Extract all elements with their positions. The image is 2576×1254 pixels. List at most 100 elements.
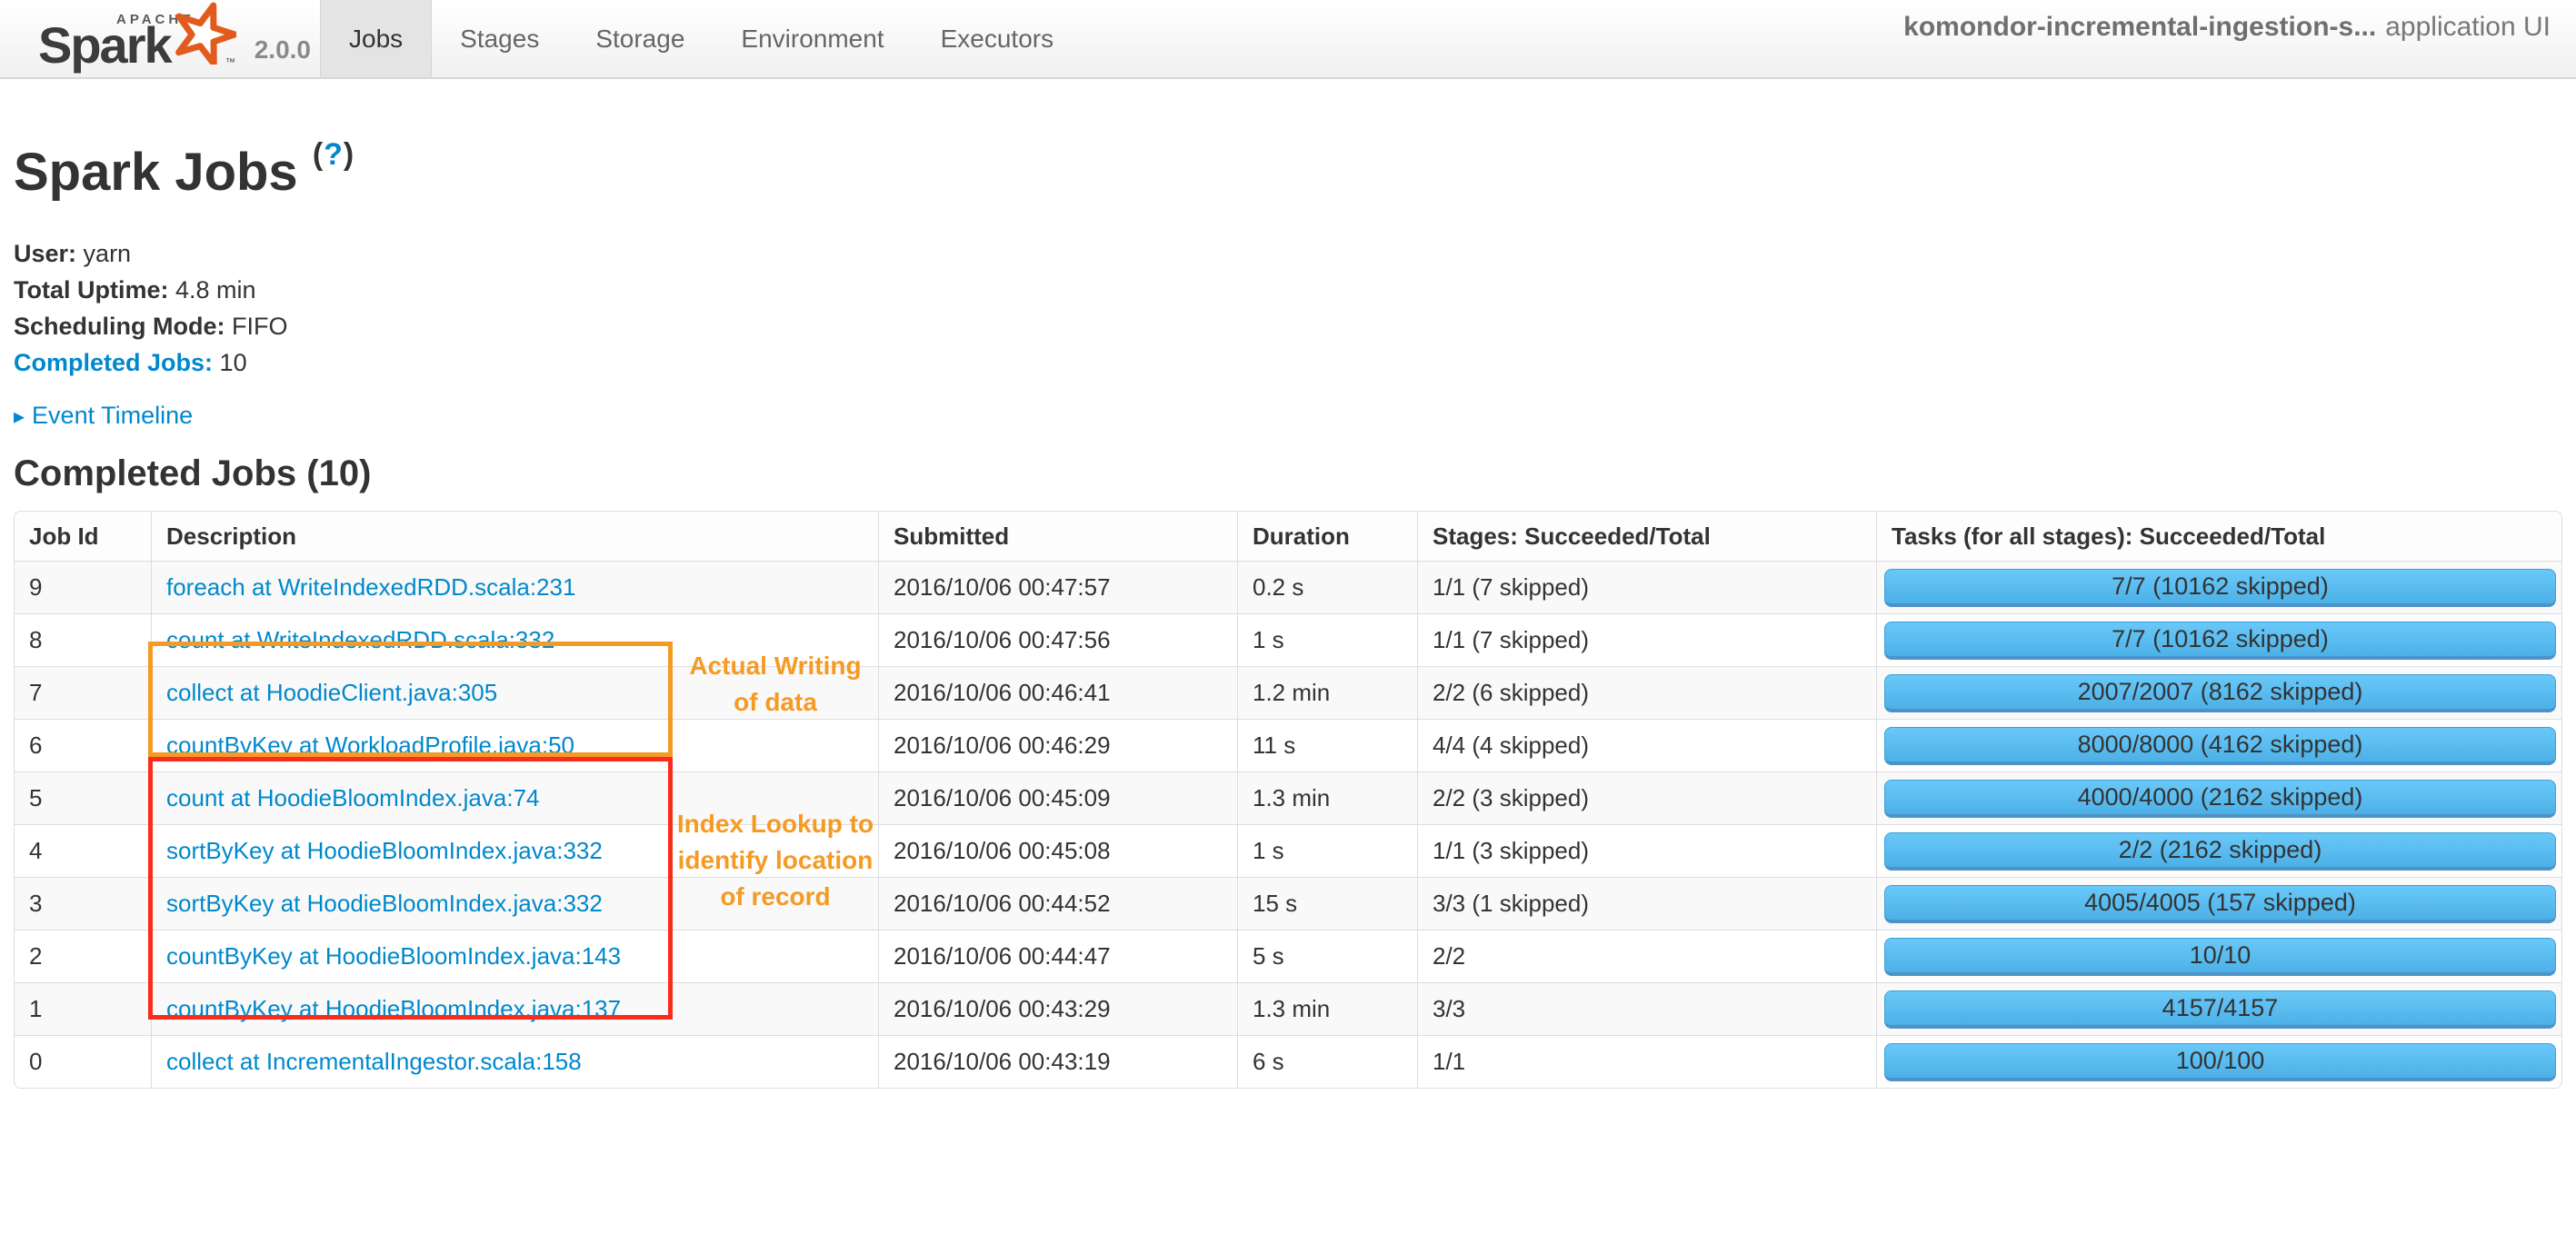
duration-cell: 1.2 min bbox=[1237, 666, 1417, 719]
stages-cell: 2/2 (3 skipped) bbox=[1417, 771, 1876, 824]
submitted-cell: 2016/10/06 00:43:19 bbox=[878, 1035, 1237, 1088]
task-progress-label: 2/2 (2162 skipped) bbox=[2118, 835, 2322, 863]
description-cell: count at WriteIndexedRDD.scala:332 bbox=[151, 613, 878, 666]
header-stages[interactable]: Stages: Succeeded/Total bbox=[1417, 512, 1876, 561]
submitted-cell: 2016/10/06 00:44:47 bbox=[878, 930, 1237, 982]
application-name: komondor-incremental-ingestion-s... bbox=[1903, 12, 2377, 42]
table-row: 9 foreach at WriteIndexedRDD.scala:231 201… bbox=[15, 561, 2561, 613]
header-submitted[interactable]: Submitted bbox=[878, 512, 1237, 561]
job-description-link[interactable]: sortByKey at HoodieBloomIndex.java:332 bbox=[166, 837, 603, 864]
description-cell: countByKey at HoodieBloomIndex.java:137 bbox=[151, 982, 878, 1035]
duration-cell: 15 s bbox=[1237, 877, 1417, 930]
header-job-id[interactable]: Job Id bbox=[15, 512, 151, 561]
description-cell: countByKey at HoodieBloomIndex.java:143 bbox=[151, 930, 878, 982]
tasks-cell: 7/7 (10162 skipped) bbox=[1876, 561, 2561, 613]
jobs-table-body: 9 foreach at WriteIndexedRDD.scala:231 201… bbox=[15, 561, 2561, 1088]
tab-environment[interactable]: Environment bbox=[713, 0, 912, 77]
header-duration[interactable]: Duration bbox=[1237, 512, 1417, 561]
tasks-cell: 4000/4000 (2162 skipped) bbox=[1876, 771, 2561, 824]
task-progress-bar: 4000/4000 (2162 skipped) bbox=[1884, 779, 2556, 818]
job-id-cell: 0 bbox=[15, 1035, 151, 1088]
help-question-link[interactable]: ? bbox=[324, 137, 344, 172]
task-progress-bar: 100/100 bbox=[1884, 1042, 2556, 1081]
nav-tabs: Jobs Stages Storage Environment Executor… bbox=[320, 0, 1082, 77]
job-id-cell: 6 bbox=[15, 719, 151, 771]
table-row: 6 countByKey at WorkloadProfile.java:50 20… bbox=[15, 719, 2561, 771]
description-cell: collect at IncrementalIngestor.scala:158 bbox=[151, 1035, 878, 1088]
task-progress-label: 100/100 bbox=[2175, 1046, 2265, 1074]
spark-wordmark: Spark bbox=[38, 16, 173, 74]
summary-scheduling-mode: Scheduling Mode: FIFO bbox=[14, 313, 288, 340]
tab-jobs[interactable]: Jobs bbox=[320, 0, 433, 77]
event-timeline-toggle[interactable]: ▸ Event Timeline bbox=[14, 397, 2562, 433]
spark-version: 2.0.0 bbox=[254, 35, 311, 64]
stages-cell: 2/2 bbox=[1417, 930, 1876, 982]
completed-jobs-link[interactable]: Completed Jobs: bbox=[14, 349, 213, 376]
duration-cell: 1 s bbox=[1237, 824, 1417, 877]
stages-cell: 3/3 (1 skipped) bbox=[1417, 877, 1876, 930]
task-progress-bar: 7/7 (10162 skipped) bbox=[1884, 621, 2556, 660]
job-id-cell: 1 bbox=[15, 982, 151, 1035]
task-progress-label: 2007/2007 (8162 skipped) bbox=[2077, 677, 2363, 705]
job-description-link[interactable]: count at HoodieBloomIndex.java:74 bbox=[166, 784, 540, 811]
job-id-cell: 4 bbox=[15, 824, 151, 877]
task-progress-bar: 2007/2007 (8162 skipped) bbox=[1884, 673, 2556, 712]
task-progress-label: 4157/4157 bbox=[2162, 993, 2279, 1021]
job-description-link[interactable]: countByKey at WorkloadProfile.java:50 bbox=[166, 732, 574, 759]
task-progress-bar: 8000/8000 (4162 skipped) bbox=[1884, 726, 2556, 765]
job-id-cell: 5 bbox=[15, 771, 151, 824]
help-link: (?) bbox=[312, 137, 355, 172]
submitted-cell: 2016/10/06 00:45:08 bbox=[878, 824, 1237, 877]
tasks-cell: 4157/4157 bbox=[1876, 982, 2561, 1035]
completed-jobs-heading: Completed Jobs (10) bbox=[14, 453, 372, 493]
submitted-cell: 2016/10/06 00:44:52 bbox=[878, 877, 1237, 930]
task-progress-label: 8000/8000 (4162 skipped) bbox=[2077, 730, 2363, 758]
page-title: Spark Jobs (?) bbox=[14, 137, 355, 202]
stages-cell: 1/1 (7 skipped) bbox=[1417, 613, 1876, 666]
duration-cell: 1.3 min bbox=[1237, 982, 1417, 1035]
job-id-cell: 8 bbox=[15, 613, 151, 666]
summary-user: User: yarn bbox=[14, 240, 132, 267]
task-progress-label: 4000/4000 (2162 skipped) bbox=[2077, 782, 2363, 811]
table-row: 2 countByKey at HoodieBloomIndex.java:143… bbox=[15, 930, 2561, 982]
task-progress-label: 7/7 (10162 skipped) bbox=[2112, 624, 2329, 652]
description-cell: foreach at WriteIndexedRDD.scala:231 bbox=[151, 561, 878, 613]
main-content: Spark Jobs (?) User: yarn Total Uptime: … bbox=[0, 124, 2576, 1089]
job-description-link[interactable]: countByKey at HoodieBloomIndex.java:137 bbox=[166, 995, 621, 1022]
stages-cell: 1/1 (3 skipped) bbox=[1417, 824, 1876, 877]
job-description-link[interactable]: collect at IncrementalIngestor.scala:158 bbox=[166, 1048, 582, 1075]
duration-cell: 11 s bbox=[1237, 719, 1417, 771]
job-description-link[interactable]: countByKey at HoodieBloomIndex.java:143 bbox=[166, 942, 621, 970]
submitted-cell: 2016/10/06 00:46:41 bbox=[878, 666, 1237, 719]
spark-logo[interactable]: APACHE Spark ™ 2.0.0 bbox=[0, 0, 320, 77]
task-progress-label: 10/10 bbox=[2189, 940, 2252, 969]
job-description-link[interactable]: foreach at WriteIndexedRDD.scala:231 bbox=[166, 573, 575, 601]
stages-cell: 2/2 (6 skipped) bbox=[1417, 666, 1876, 719]
spark-star-icon bbox=[173, 1, 238, 69]
header-tasks[interactable]: Tasks (for all stages): Succeeded/Total bbox=[1876, 512, 2561, 561]
table-row: 8 count at WriteIndexedRDD.scala:332 2016/… bbox=[15, 613, 2561, 666]
job-description-link[interactable]: count at WriteIndexedRDD.scala:332 bbox=[166, 626, 554, 653]
duration-cell: 1.3 min bbox=[1237, 771, 1417, 824]
tab-storage[interactable]: Storage bbox=[567, 0, 713, 77]
tab-stages[interactable]: Stages bbox=[432, 0, 567, 77]
table-row: 3 sortByKey at HoodieBloomIndex.java:332 2… bbox=[15, 877, 2561, 930]
duration-cell: 0.2 s bbox=[1237, 561, 1417, 613]
submitted-cell: 2016/10/06 00:46:29 bbox=[878, 719, 1237, 771]
description-cell: countByKey at WorkloadProfile.java:50 bbox=[151, 719, 878, 771]
tab-executors[interactable]: Executors bbox=[913, 0, 1083, 77]
tasks-cell: 7/7 (10162 skipped) bbox=[1876, 613, 2561, 666]
header-description[interactable]: Description bbox=[151, 512, 878, 561]
job-description-link[interactable]: collect at HoodieClient.java:305 bbox=[166, 679, 497, 706]
tasks-cell: 2007/2007 (8162 skipped) bbox=[1876, 666, 2561, 719]
task-progress-bar: 10/10 bbox=[1884, 937, 2556, 976]
completed-jobs-table: Job Id Description Submitted Duration St… bbox=[14, 511, 2562, 1089]
tasks-cell: 4005/4005 (157 skipped) bbox=[1876, 877, 2561, 930]
duration-cell: 1 s bbox=[1237, 613, 1417, 666]
stages-cell: 3/3 bbox=[1417, 982, 1876, 1035]
stages-cell: 1/1 (7 skipped) bbox=[1417, 561, 1876, 613]
stages-cell: 1/1 bbox=[1417, 1035, 1876, 1088]
application-title: komondor-incremental-ingestion-s... appl… bbox=[1903, 0, 2551, 55]
job-description-link[interactable]: sortByKey at HoodieBloomIndex.java:332 bbox=[166, 890, 603, 917]
table-row: 4 sortByKey at HoodieBloomIndex.java:332 2… bbox=[15, 824, 2561, 877]
